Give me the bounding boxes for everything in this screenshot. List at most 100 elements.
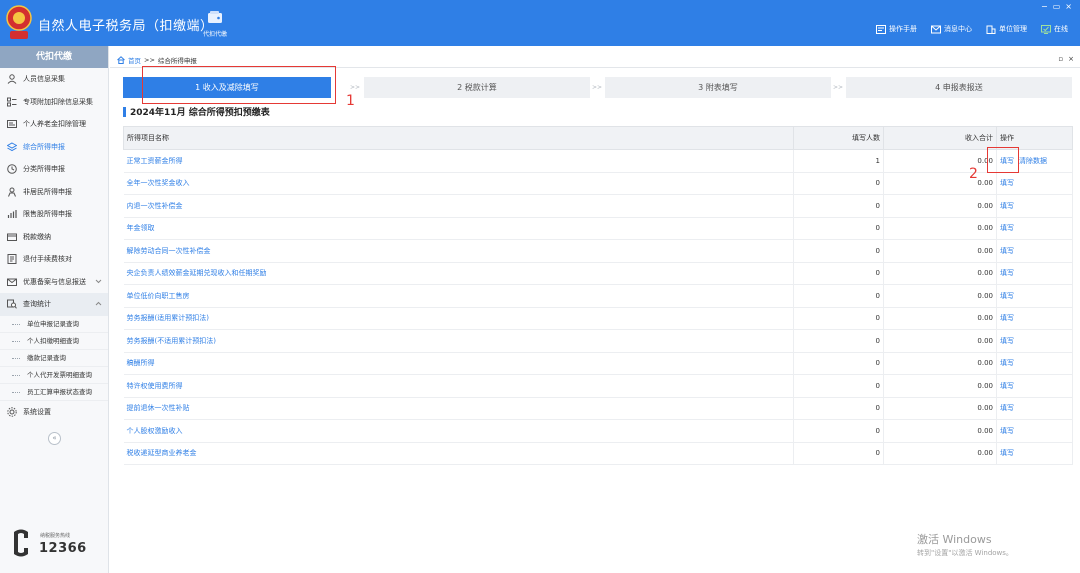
income-item-name[interactable]: 央企负责人绩效薪金延期兑现收入和任期奖励 bbox=[123, 262, 794, 285]
title-accent-bar bbox=[123, 106, 126, 117]
sidebar-item-preferential-filing[interactable]: 优惠备案与信息报送 bbox=[0, 271, 108, 294]
sidebar-item-tax-payment[interactable]: 税款缴纳 bbox=[0, 226, 108, 249]
fill-link[interactable]: 填写 bbox=[1000, 359, 1014, 367]
sidebar-item-label: 税款缴纳 bbox=[23, 232, 51, 241]
tab-controls: ▫ × bbox=[1058, 55, 1074, 63]
income-item-name[interactable]: 正常工资薪金所得 bbox=[123, 149, 794, 173]
step-arrow: >> bbox=[833, 84, 844, 91]
sidebar-item-refund-fee[interactable]: 退付手续费核对 bbox=[0, 248, 108, 271]
filled-count: 0 bbox=[793, 172, 884, 195]
income-item-name[interactable]: 年金领取 bbox=[123, 217, 794, 240]
fill-link[interactable]: 填写 bbox=[1000, 337, 1014, 345]
unit-management-label: 单位管理 bbox=[999, 25, 1027, 33]
tab-close-button[interactable]: × bbox=[1068, 55, 1074, 63]
income-item-name[interactable]: 劳务报酬(适用累计预扣法) bbox=[123, 307, 794, 330]
watermark-line-1: 激活 Windows bbox=[917, 533, 992, 546]
sidebar-item-settings[interactable]: 系统设置 bbox=[0, 401, 108, 424]
fill-link[interactable]: 填写 bbox=[1000, 382, 1014, 390]
nav-tile-label: 代扣代缴 bbox=[202, 31, 227, 38]
windows-activation-watermark: 激活 Windows 转到"设置"以激活 Windows。 bbox=[917, 531, 1013, 558]
online-status[interactable]: 在线 bbox=[1041, 24, 1068, 34]
search-icon bbox=[7, 299, 17, 309]
sidebar-collapse-button[interactable]: « bbox=[48, 432, 61, 445]
actions-cell: 填写 bbox=[996, 442, 1073, 465]
filled-count: 0 bbox=[793, 329, 884, 353]
filled-count: 0 bbox=[793, 262, 884, 285]
submenu-unit-records[interactable]: 单位申报记录查询 bbox=[0, 315, 108, 333]
sidebar-item-label: 人员信息采集 bbox=[23, 75, 65, 84]
income-item-name[interactable]: 特许权使用费所得 bbox=[123, 374, 794, 398]
person-icon bbox=[7, 74, 17, 85]
fill-link[interactable]: 填写 bbox=[1000, 269, 1014, 277]
income-item-name[interactable]: 提前退休一次性补贴 bbox=[123, 397, 794, 420]
income-total: 0.00 bbox=[883, 442, 997, 465]
column-header-item-name: 所得项目名称 bbox=[123, 126, 794, 150]
sidebar-item-query-stats[interactable]: 查询统计 bbox=[0, 293, 108, 316]
sidebar-item-restricted-shares[interactable]: 限售股所得申报 bbox=[0, 203, 108, 226]
filled-count: 0 bbox=[793, 217, 884, 240]
nav-tile-withholding[interactable]: 代扣代缴 bbox=[196, 10, 234, 44]
sidebar-item-special-deduction[interactable]: 专项附加扣除信息采集 bbox=[0, 91, 108, 114]
fill-link[interactable]: 填写 bbox=[1000, 179, 1014, 187]
clock-icon bbox=[7, 164, 17, 175]
submenu-payment-records[interactable]: 缴款记录查询 bbox=[0, 349, 108, 367]
fill-link[interactable]: 填写 bbox=[1000, 314, 1014, 322]
service-hotline: 纳税服务热线 12366 bbox=[10, 526, 105, 560]
top-bar: 自然人电子税务局（扣缴端） 代扣代缴 − ▭ × 操作手册 消息中心 单位管理 … bbox=[0, 0, 1080, 46]
document-icon bbox=[7, 254, 17, 265]
fill-link[interactable]: 填写 bbox=[1000, 292, 1014, 300]
chevron-down-icon bbox=[95, 279, 102, 283]
sidebar-item-pension[interactable]: 个人养老金扣除管理 bbox=[0, 113, 108, 136]
income-item-name[interactable]: 税收递延型商业养老金 bbox=[123, 442, 794, 465]
actions-cell: 填写 bbox=[996, 352, 1073, 375]
table-header-row: 所得项目名称 填写人数 收入合计 操作 bbox=[123, 126, 1073, 150]
fill-link[interactable]: 填写 bbox=[1000, 202, 1014, 210]
hotline-label: 纳税服务热线 bbox=[40, 533, 71, 539]
hotline-number: 12366 bbox=[39, 541, 87, 556]
submenu-invoice-detail[interactable]: 个人代开发票明细查询 bbox=[0, 366, 108, 384]
income-item-name[interactable]: 个人股权激励收入 bbox=[123, 419, 794, 443]
list-icon bbox=[7, 97, 17, 107]
close-window-button[interactable]: × bbox=[1065, 2, 1072, 11]
income-item-name[interactable]: 内退一次性补偿金 bbox=[123, 194, 794, 218]
tab-restore-button[interactable]: ▫ bbox=[1058, 55, 1063, 63]
report-title-text: 2024年11月 综合所得预扣预缴表 bbox=[130, 108, 270, 118]
fill-link[interactable]: 填写 bbox=[1000, 427, 1014, 435]
filled-count: 0 bbox=[793, 419, 884, 443]
breadcrumb-home-link[interactable]: 首页 bbox=[128, 55, 141, 65]
sidebar-item-classified-income[interactable]: 分类所得申报 bbox=[0, 158, 108, 181]
column-header-count: 填写人数 bbox=[793, 126, 884, 150]
fill-link[interactable]: 填写 bbox=[1000, 449, 1014, 457]
filled-count: 1 bbox=[793, 149, 884, 173]
income-item-name[interactable]: 稿酬所得 bbox=[123, 352, 794, 375]
submenu-personal-detail[interactable]: 个人扣缴明细查询 bbox=[0, 332, 108, 350]
sidebar-item-person-info[interactable]: 人员信息采集 bbox=[0, 68, 108, 91]
sidebar: 代扣代缴 人员信息采集 专项附加扣除信息采集 个人养老金扣除管理 综合所得申报 … bbox=[0, 46, 109, 573]
clear-data-link[interactable]: 清除数据 bbox=[1019, 157, 1047, 165]
step-submit-report[interactable]: 4 申报表报送 bbox=[846, 77, 1072, 98]
fill-link[interactable]: 填写 bbox=[1000, 224, 1014, 232]
actions-cell: 填写 bbox=[996, 419, 1073, 443]
fill-link[interactable]: 填写 bbox=[1000, 404, 1014, 412]
manual-link[interactable]: 操作手册 bbox=[876, 24, 917, 34]
step-tax-calculation[interactable]: 2 税款计算 bbox=[364, 77, 590, 98]
unit-management-link[interactable]: 单位管理 bbox=[986, 24, 1027, 34]
minimize-button[interactable]: − bbox=[1041, 2, 1048, 11]
income-item-name[interactable]: 劳务报酬(不适用累计预扣法) bbox=[123, 329, 794, 353]
message-center-link[interactable]: 消息中心 bbox=[931, 24, 972, 34]
annotation-number-1: 1 bbox=[346, 93, 355, 109]
income-item-name[interactable]: 单位低价向职工售房 bbox=[123, 284, 794, 308]
filled-count: 0 bbox=[793, 284, 884, 308]
fill-link[interactable]: 填写 bbox=[1000, 247, 1014, 255]
actions-cell: 填写 bbox=[996, 239, 1073, 263]
sidebar-item-comprehensive-income[interactable]: 综合所得申报 bbox=[0, 136, 108, 159]
chevron-up-icon bbox=[95, 301, 102, 306]
maximize-button[interactable]: ▭ bbox=[1053, 2, 1061, 11]
income-item-name[interactable]: 全年一次性奖金收入 bbox=[123, 172, 794, 195]
income-item-name[interactable]: 解除劳动合同一次性补偿金 bbox=[123, 239, 794, 263]
message-center-label: 消息中心 bbox=[944, 25, 972, 33]
step-schedule-filling[interactable]: 3 附表填写 bbox=[605, 77, 831, 98]
sidebar-item-nonresident[interactable]: 非居民所得申报 bbox=[0, 181, 108, 204]
submenu-employee-settlement[interactable]: 员工汇算申报状态查询 bbox=[0, 383, 108, 401]
bar-chart-icon bbox=[7, 210, 17, 219]
